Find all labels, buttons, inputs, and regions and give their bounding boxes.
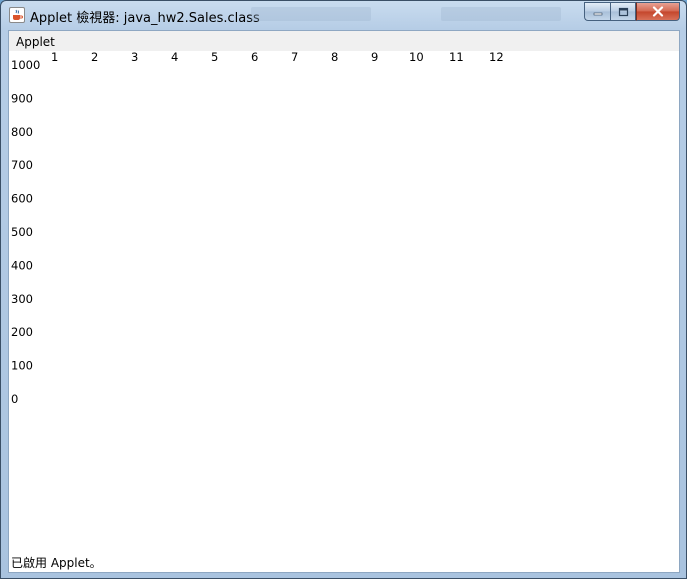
close-icon: [652, 6, 664, 17]
title-bar[interactable]: Applet 檢視器: java_hw2.Sales.class: [1, 1, 686, 29]
x-category-label: 10: [409, 51, 424, 64]
chart-canvas: 1000 900 800 700 600 500 400 300 200 100 0 1 2 3 4 5 6 7 8…: [9, 50, 679, 549]
minimize-icon: [593, 12, 602, 15]
x-category-label: 1: [51, 51, 58, 64]
applet-client-area: Applet 1000 900 800 700 600 500 400 300 200 100 0 1…: [8, 30, 680, 573]
x-category-label: 2: [91, 51, 98, 64]
x-category-label: 7: [291, 51, 298, 64]
y-tick-label: 800: [11, 125, 33, 139]
caption-buttons: [584, 2, 680, 21]
y-tick-label: 0: [11, 392, 18, 406]
x-category-label: 11: [449, 51, 464, 64]
maximize-icon: [618, 7, 628, 16]
y-tick-label: 1000: [11, 58, 40, 72]
y-tick-label: 400: [11, 258, 33, 272]
status-text: 已啟用 Applet。: [11, 556, 102, 570]
y-tick-label: 600: [11, 192, 33, 206]
close-button[interactable]: [636, 2, 680, 21]
minimize-button[interactable]: [584, 2, 610, 21]
menu-applet[interactable]: Applet: [16, 35, 55, 49]
status-bar: 已啟用 Applet。: [9, 548, 679, 572]
x-category-label: 6: [251, 51, 258, 64]
y-tick-label: 200: [11, 325, 33, 339]
y-tick-label: 500: [11, 225, 33, 239]
y-tick-label: 100: [11, 359, 33, 373]
sales-chart: 100090080070060050040030020010001 2 3 4 5 6 7 8…: [11, 50, 504, 406]
y-tick-label: 900: [11, 91, 33, 105]
applet-viewer-window: Applet 檢視器: java_hw2.Sales.class Applet …: [0, 0, 687, 579]
x-category-label: 9: [371, 51, 378, 64]
y-tick-label: 700: [11, 158, 33, 172]
menu-bar: Applet: [9, 31, 679, 51]
java-coffee-icon[interactable]: [9, 7, 25, 23]
y-tick-label: 300: [11, 292, 33, 306]
x-category-label: 8: [331, 51, 338, 64]
x-category-label: 4: [171, 51, 178, 64]
maximize-button[interactable]: [610, 2, 636, 21]
x-category-label: 12: [489, 51, 504, 64]
x-category-label: 5: [211, 51, 218, 64]
background-taskbar-reflection: [251, 5, 571, 23]
window-title: Applet 檢視器: java_hw2.Sales.class: [30, 11, 260, 26]
x-category-label: 3: [131, 51, 138, 64]
